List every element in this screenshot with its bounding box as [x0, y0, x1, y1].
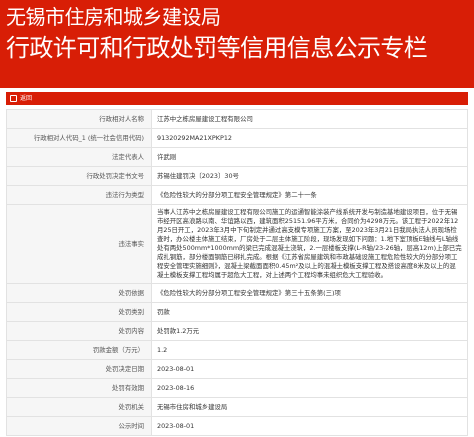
back-bar[interactable]: 返回 [6, 92, 468, 105]
detail-table: 行政相对人名称 江苏中之栋房屋建设工程有限公司 行政相对人代码_1 (统一社会信… [6, 109, 468, 436]
field-value: 无锡市住房和城乡建设局 [151, 397, 468, 417]
field-value: 91320292MA21XPKP12 [151, 128, 468, 148]
field-value: 许武刚 [151, 147, 468, 167]
field-value: 江苏中之栋房屋建设工程有限公司 [151, 109, 468, 129]
field-value: 《危险性较大的分部分项工程安全管理规定》第二十一条 [151, 185, 468, 205]
field-value: 2023-08-01 [151, 359, 468, 379]
field-value: 处罚款1.2万元 [151, 321, 468, 341]
table-row: 处罚类别 罚款 [6, 302, 468, 322]
table-row: 法定代表人 许武刚 [6, 147, 468, 167]
field-label: 处罚类别 [6, 302, 152, 322]
field-value: 罚款 [151, 302, 468, 322]
page-banner: 无锡市住房和城乡建设局 行政许可和行政处罚等信用信息公示专栏 [0, 0, 474, 88]
table-row: 处罚有效期 2023-08-16 [6, 378, 468, 398]
table-row: 处罚内容 处罚款1.2万元 [6, 321, 468, 341]
table-row: 公示时间 2023-08-01 [6, 416, 468, 436]
field-label: 处罚依据 [6, 283, 152, 303]
table-row: 处罚依据 《危险性较大的分部分项工程安全管理规定》第三十五条第(三)项 [6, 283, 468, 303]
table-row: 行政相对人代码_1 (统一社会信用代码) 91320292MA21XPKP12 [6, 128, 468, 148]
field-value: 1.2 [151, 340, 468, 360]
table-row: 违法事实 当事人江苏中之栋房屋建设工程有限公司施工的运通智能涂装产线系统开发与制… [6, 204, 468, 284]
field-label: 处罚有效期 [6, 378, 152, 398]
field-value: 《危险性较大的分部分项工程安全管理规定》第三十五条第(三)项 [151, 283, 468, 303]
field-label: 法定代表人 [6, 147, 152, 167]
field-label: 违法行为类型 [6, 185, 152, 205]
column-title: 行政许可和行政处罚等信用信息公示专栏 [6, 34, 428, 62]
field-label: 行政相对人代码_1 (统一社会信用代码) [6, 128, 152, 148]
field-label: 罚款金额（万元） [6, 340, 152, 360]
table-row: 处罚机关 无锡市住房和城乡建设局 [6, 397, 468, 417]
table-row: 行政处罚决定书文号 苏锡住建罚决〔2023〕30号 [6, 166, 468, 186]
table-row: 违法行为类型 《危险性较大的分部分项工程安全管理规定》第二十一条 [6, 185, 468, 205]
field-label: 行政相对人名称 [6, 109, 152, 129]
table-row: 处罚决定日期 2023-08-01 [6, 359, 468, 379]
field-value: 当事人江苏中之栋房屋建设工程有限公司施工的运通智能涂装产线系统开发与制造基地建设… [151, 204, 468, 284]
field-label: 处罚决定日期 [6, 359, 152, 379]
table-row: 行政相对人名称 江苏中之栋房屋建设工程有限公司 [6, 109, 468, 129]
field-value: 2023-08-16 [151, 378, 468, 398]
table-row: 罚款金额（万元） 1.2 [6, 340, 468, 360]
field-label: 行政处罚决定书文号 [6, 166, 152, 186]
field-value: 苏锡住建罚决〔2023〕30号 [151, 166, 468, 186]
field-label: 公示时间 [6, 416, 152, 436]
field-label: 处罚机关 [6, 397, 152, 417]
field-value: 2023-08-01 [151, 416, 468, 436]
agency-title: 无锡市住房和城乡建设局 [6, 5, 221, 29]
home-icon [10, 95, 17, 102]
back-link[interactable]: 返回 [20, 95, 32, 102]
field-label: 违法事实 [6, 204, 152, 284]
field-label: 处罚内容 [6, 321, 152, 341]
